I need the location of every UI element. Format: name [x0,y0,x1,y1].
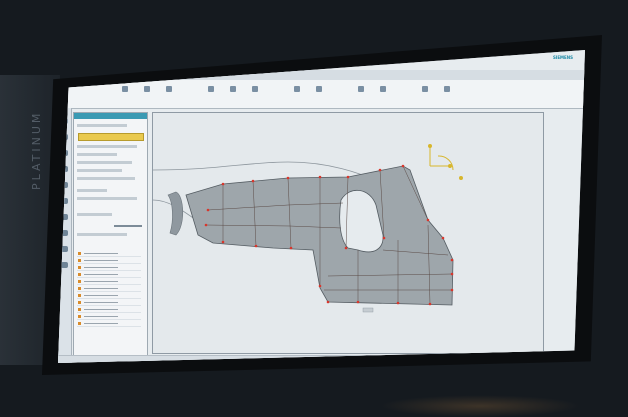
photo-scene: PLATINUM Siemens NX SIEMENS [0,0,628,417]
handle-label-box [362,307,374,313]
banner-text: PLATINUM [30,110,43,190]
freeform-surface [185,165,454,306]
rear-lamp-shape [167,191,184,236]
move-manipulator-icon[interactable] [428,144,463,180]
floor-light-reflection [380,395,580,417]
projection-screen: Siemens NX SIEMENS [58,50,585,363]
cad-application-window: Siemens NX SIEMENS [58,50,585,363]
surface-model-drawing [152,144,463,313]
